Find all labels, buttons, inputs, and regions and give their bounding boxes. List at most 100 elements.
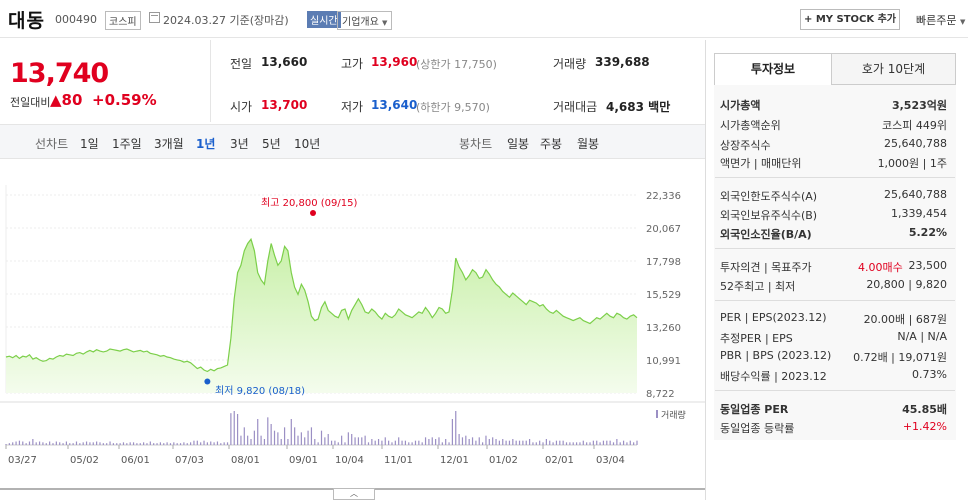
volume-bar: [324, 437, 326, 445]
volume-bar: [589, 442, 591, 445]
low-label: 저가: [341, 100, 364, 114]
volume-bar: [85, 441, 88, 445]
my-stock-add-button[interactable]: + MY STOCK 추가: [800, 9, 900, 30]
y-tick-label: 20,067: [646, 224, 681, 235]
quote-date: 2024.03.27 기준(장마감): [163, 14, 289, 27]
volume-bar: [512, 439, 514, 445]
volume-bar: [451, 419, 453, 445]
volume-bar: [210, 441, 212, 445]
change-label: 전일대비: [10, 96, 51, 109]
candle-chart-label: 봉차트: [459, 137, 493, 151]
volume-bar: [586, 442, 588, 445]
volume-bar: [8, 443, 10, 445]
volume-bar: [310, 427, 313, 445]
volume-bar: [240, 435, 242, 445]
x-tick-label: 07/03: [175, 455, 204, 466]
volume-bar: [354, 437, 356, 445]
par-label: 액면가 | 매매단위: [720, 157, 802, 170]
period-option[interactable]: 5년: [262, 135, 281, 152]
period-option[interactable]: 10년: [294, 135, 320, 152]
tab-investment-info[interactable]: 투자정보: [714, 53, 832, 85]
volume-bar: [163, 443, 165, 445]
sector-per-value: 45.85배: [902, 403, 947, 416]
volume-bar: [334, 440, 336, 445]
volume-bar: [273, 430, 276, 445]
stock-name: 대동: [8, 10, 45, 32]
volume-bar: [357, 437, 360, 445]
52w-label: 52주최고 | 최저: [720, 280, 796, 293]
volume-bar: [633, 442, 635, 445]
volume-bar: [307, 430, 309, 445]
volume-bar: [32, 439, 34, 445]
volume-bar: [381, 440, 383, 445]
candle-period-option[interactable]: 월봉: [577, 135, 599, 152]
volume-bar: [143, 442, 145, 445]
x-tick-label: 06/01: [121, 455, 150, 466]
y-tick-label: 15,529: [646, 290, 681, 301]
realtime-button[interactable]: 실시간: [307, 11, 341, 28]
period-option[interactable]: 1주일: [112, 135, 142, 152]
volume-bar: [223, 442, 225, 445]
volume-bar: [445, 439, 447, 445]
volume-bar: [169, 443, 172, 445]
volume-bar: [277, 432, 279, 445]
y-tick-label: 8,722: [646, 389, 675, 400]
volume-bar: [253, 430, 255, 445]
sector-per-label: 동일업종 PER: [720, 403, 789, 416]
volume-bar: [532, 442, 534, 445]
period-option[interactable]: 3년: [230, 135, 249, 152]
volume-bar: [525, 440, 527, 445]
x-tick-label: 12/01: [440, 455, 469, 466]
foreign-limit-value: 25,640,788: [884, 188, 947, 201]
caret-down-icon: ▼: [382, 19, 388, 27]
high-marker: [310, 210, 316, 216]
volume-bar: [364, 435, 366, 445]
period-option[interactable]: 1년: [196, 135, 215, 152]
volume-bar: [367, 442, 370, 445]
market-cap-label: 시가총액: [720, 99, 761, 112]
volume-bar: [290, 419, 292, 445]
amount-unit: 백만: [648, 100, 671, 114]
volume-bar: [505, 440, 507, 445]
low-annotation: 최저 9,820 (08/18): [215, 385, 305, 397]
volume-bar: [186, 443, 188, 445]
line-chart-label: 선차트: [35, 137, 69, 151]
candle-period-option[interactable]: 일봉: [507, 135, 529, 152]
volume-bar: [136, 443, 138, 445]
volume-bar: [146, 443, 148, 445]
candle-period-option[interactable]: 주봉: [540, 135, 562, 152]
volume-bar: [361, 437, 363, 445]
amount-label: 거래대금: [553, 100, 598, 114]
volume-bar: [424, 437, 427, 445]
collapse-chart-button[interactable]: ︿: [333, 488, 375, 500]
volume-bar: [59, 442, 61, 445]
volume-bar: [347, 432, 349, 445]
volume-bar: [458, 434, 460, 445]
x-tick-label: 03/27: [8, 455, 37, 466]
foreign-hold-value: 1,339,454: [891, 207, 947, 220]
volume-bar: [263, 439, 266, 445]
volume-bar: [616, 439, 618, 445]
volume-bar: [45, 443, 47, 445]
company-overview-dropdown[interactable]: 기업개요 ▼: [337, 11, 393, 30]
volume-bar: [297, 435, 299, 445]
x-tick-label: 10/04: [335, 455, 364, 466]
quick-order-button[interactable]: 빠른주문 ▼: [916, 12, 965, 28]
volume-bar: [498, 440, 500, 445]
volume-bar: [132, 442, 135, 445]
volume-bar: [528, 439, 531, 445]
chevron-up-icon: ︿: [350, 489, 358, 498]
change-percent: +0.59%: [92, 91, 157, 109]
chevron-down-icon: ▼: [959, 18, 966, 26]
volume-bar: [606, 440, 608, 445]
volume-bar: [226, 442, 229, 445]
volume-bar: [502, 439, 504, 445]
period-option[interactable]: 3개월: [154, 135, 184, 152]
dividend-label: 배당수익률 | 2023.12: [720, 370, 827, 383]
volume-bar: [612, 442, 615, 445]
price-chart[interactable]: 22,336 20,067 17,798 15,529 13,260 10,991 8,72…: [0, 160, 705, 500]
period-option[interactable]: 1일: [80, 135, 99, 152]
volume-bar: [471, 437, 474, 445]
52w-value: 20,800 | 9,820: [866, 278, 947, 291]
tab-order-book[interactable]: 호가 10단계: [831, 53, 956, 85]
